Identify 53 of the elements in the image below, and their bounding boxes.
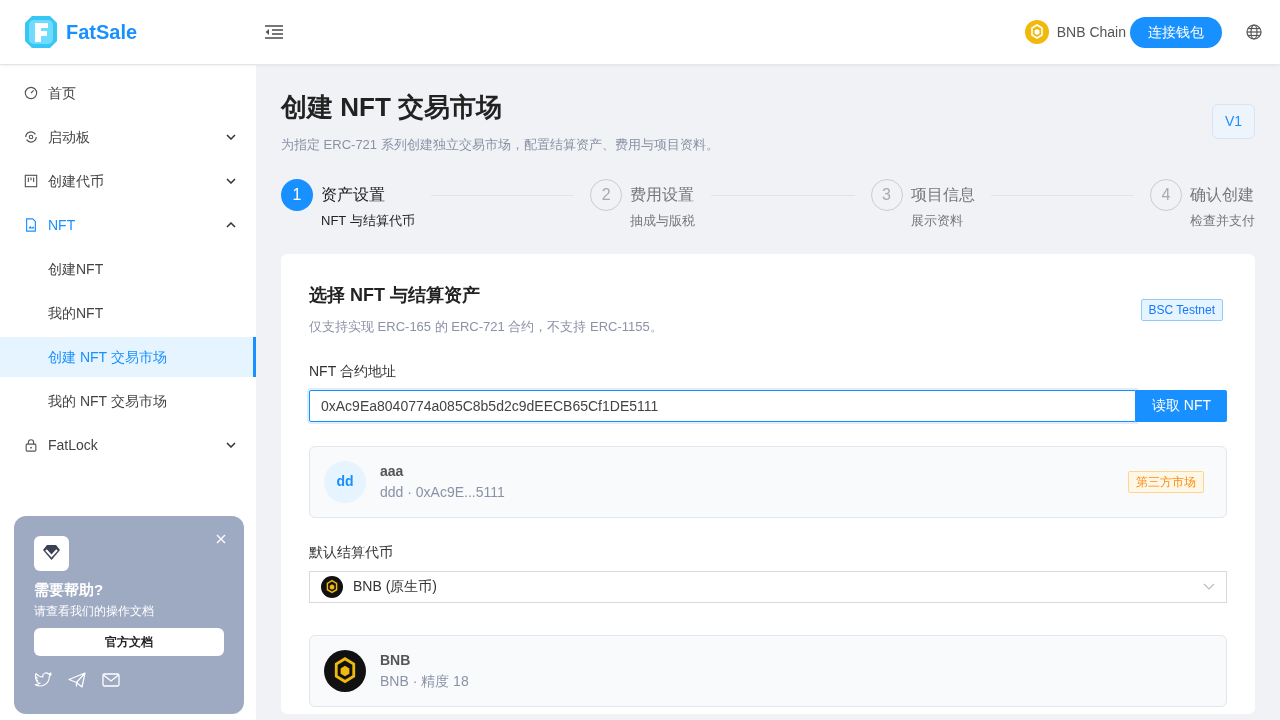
docs-button[interactable]: 官方文档 <box>34 627 224 656</box>
step-title: 项目信息 <box>910 184 975 205</box>
sidebar-item[interactable]: 启动板 <box>0 117 256 157</box>
step-subtitle: 抽成与版税 <box>630 211 696 230</box>
sidebar-item[interactable]: FatLock <box>0 425 256 465</box>
help-text: 请查看我们的操作文档 <box>34 602 155 620</box>
sidebar-item[interactable]: 创建代币 <box>0 161 256 201</box>
field-label: 默认结算代币 <box>309 542 394 562</box>
coin-icon <box>321 575 343 598</box>
close-icon[interactable] <box>216 534 226 544</box>
globe-icon[interactable] <box>1246 24 1262 40</box>
sidebar-subitem[interactable]: 我的 NFT 交易市场 <box>0 381 256 421</box>
chain-name: BNB Chain <box>1056 22 1126 42</box>
card-subtitle: 仅支持实现 ERC-165 的 ERC-721 合约，不支持 ERC-1155。 <box>309 318 663 336</box>
card-title: 选择 NFT 与结算资产 <box>309 284 481 307</box>
field-label: NFT 合约地址 <box>309 361 397 381</box>
menu-collapse-icon[interactable] <box>264 24 284 40</box>
swirl-icon <box>24 130 38 144</box>
token-detail: BNB · 精度 18 <box>380 671 469 691</box>
sidebar-subitem[interactable]: 我的NFT <box>0 293 256 333</box>
avatar: dd <box>324 460 366 503</box>
sidebar-item[interactable]: 首页 <box>0 73 256 113</box>
nft-name: aaa <box>380 461 405 481</box>
file-icon <box>24 218 38 232</box>
paper-plane-icon[interactable] <box>68 671 86 688</box>
contract-address-field[interactable]: 0xAc9Ea8040774a085C8b5d2c9dEECB65Cf1DE5111 <box>309 389 1136 422</box>
mail-icon[interactable] <box>102 671 120 688</box>
chain-icon <box>1024 20 1049 44</box>
token-select[interactable]: BNB (原生币) <box>309 570 1227 603</box>
page-title: 创建 NFT 交易市场 <box>281 91 503 124</box>
step-title: 资产设置 <box>321 184 386 205</box>
token-name: BNB <box>380 650 412 670</box>
logo-icon <box>24 15 58 49</box>
step-subtitle: NFT 与结算代币 <box>321 211 415 230</box>
lock-icon <box>24 438 38 452</box>
board-icon <box>24 174 38 188</box>
sidebar-subitem[interactable]: 创建NFT <box>0 249 256 289</box>
page-subtitle: 为指定 ERC-721 系列创建独立交易市场，配置结算资产、费用与项目资料。 <box>281 136 719 154</box>
bird-icon[interactable] <box>34 671 52 688</box>
step-title: 确认创建 <box>1190 184 1255 205</box>
gauge-icon <box>24 86 38 100</box>
network-tag: BSC Testnet <box>1140 298 1223 321</box>
brand-name: FatSale <box>66 20 138 45</box>
step-subtitle: 展示资料 <box>910 211 964 230</box>
market-tag: 第三方市场 <box>1128 470 1204 493</box>
nft-detail: ddd · 0xAc9E...5111 <box>380 482 506 502</box>
step-number: 1 <box>281 178 313 211</box>
coin-icon <box>324 649 366 692</box>
step-subtitle: 检查并支付 <box>1190 211 1255 230</box>
help-title: 需要帮助? <box>34 580 105 600</box>
chevron-down-icon <box>1203 582 1215 591</box>
version-tag: V1 <box>1211 104 1255 139</box>
step-title: 费用设置 <box>630 184 696 205</box>
